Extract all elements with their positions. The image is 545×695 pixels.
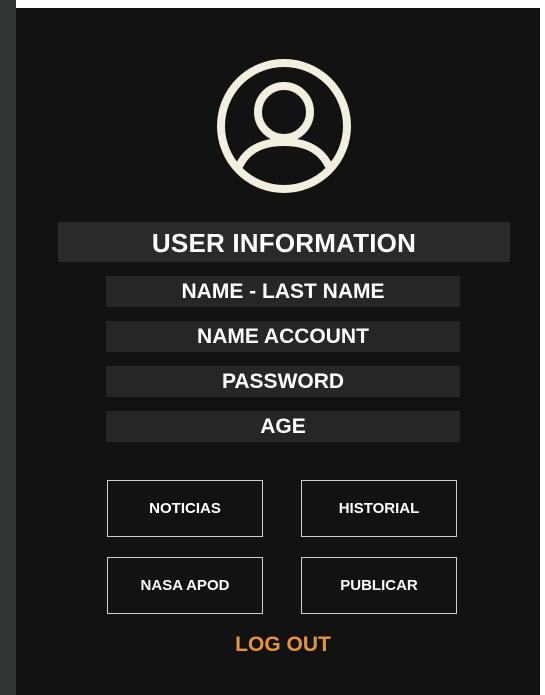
nasa-apod-button[interactable]: NASA APOD [107,557,263,614]
user-circle-icon [214,56,354,196]
logout-button[interactable]: LOG OUT [183,630,383,660]
noticias-button[interactable]: NOTICIAS [107,480,263,537]
left-edge-strip [0,0,16,695]
user-profile-screen: USER INFORMATION NAME - LAST NAME NAME A… [16,8,540,695]
publicar-button[interactable]: PUBLICAR [301,557,457,614]
age-field: AGE [106,411,460,442]
name-account-field: NAME ACCOUNT [106,321,460,352]
password-field: PASSWORD [106,366,460,397]
section-title: USER INFORMATION [58,222,510,262]
name-last-name-field: NAME - LAST NAME [106,276,460,307]
historial-button[interactable]: HISTORIAL [301,480,457,537]
